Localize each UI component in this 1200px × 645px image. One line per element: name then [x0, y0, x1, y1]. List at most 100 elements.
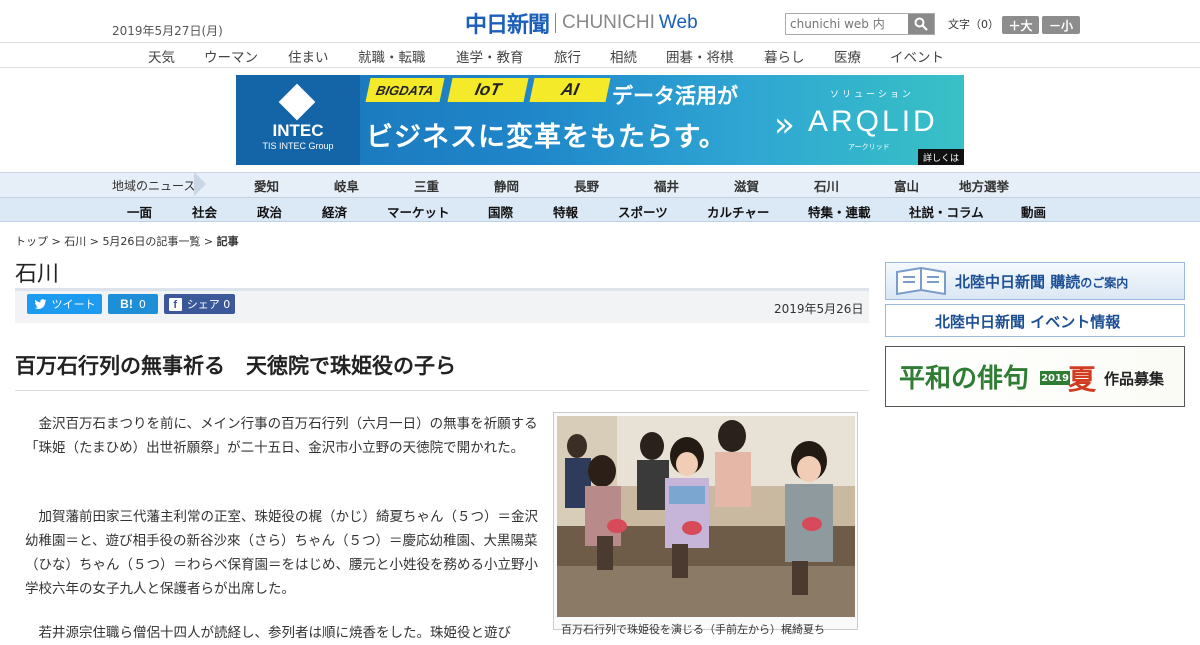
hatena-count: 0: [138, 297, 146, 311]
banner-solution: ソリューション: [830, 90, 914, 100]
article-paragraph-2: 加賀藩前田家三代藩主利常の正室、珠姫役の梶（かじ）綺夏ちゃん（５つ）＝金沢幼稚園…: [25, 509, 538, 597]
article-date: 2019年5月26日: [774, 302, 864, 316]
subscribe-ad-sub: のご案内: [1080, 276, 1129, 290]
breadcrumb: トップ > 石川 > 5月26日の記事一覧 > 記事: [15, 233, 239, 249]
region-mie[interactable]: 三重: [414, 176, 439, 195]
search-box: [785, 13, 935, 35]
banner-line2: ビジネスに変革をもたらす。: [366, 122, 727, 153]
font-size-label: 文字（0）: [948, 18, 999, 31]
cat-sports[interactable]: スポーツ: [618, 202, 668, 221]
topnav-travel[interactable]: 旅行: [554, 46, 581, 66]
font-smaller-button[interactable]: －小: [1042, 16, 1080, 34]
banner-line1: データ活用が: [612, 84, 738, 108]
topnav-inheritance[interactable]: 相続: [610, 46, 637, 66]
cat-society[interactable]: 社会: [192, 202, 217, 221]
cat-economy[interactable]: 経済: [322, 202, 347, 221]
banner-tag-ai: AI: [529, 78, 611, 102]
topnav-medical[interactable]: 医療: [834, 46, 861, 66]
breadcrumb-top[interactable]: トップ: [15, 235, 48, 248]
topnav-go-shogi[interactable]: 囲碁・将棋: [666, 46, 734, 66]
haiku-ad-year: 2019: [1040, 371, 1070, 385]
site-logo[interactable]: 中日新聞 CHUNICHI Web: [465, 10, 698, 38]
facebook-share-button[interactable]: f シェア 0: [164, 294, 235, 314]
logo-web: Web: [658, 12, 698, 33]
region-shizuoka[interactable]: 静岡: [494, 176, 519, 195]
region-ishikawa[interactable]: 石川: [814, 176, 839, 195]
subscribe-ad-main: 北陸中日新聞 購読: [955, 273, 1081, 291]
breadcrumb-current: 記事: [216, 235, 239, 248]
region-toyama[interactable]: 富山: [894, 176, 919, 195]
region-nav-arrow: [194, 172, 206, 196]
facebook-share-label: シェア: [186, 298, 220, 311]
article-headline: 百万石行列の無事祈る 天徳院で珠姫役の子ら: [15, 354, 456, 378]
region-gifu[interactable]: 岐阜: [334, 176, 359, 195]
topnav-housing[interactable]: 住まい: [288, 46, 329, 66]
region-nav-label: 地域のニュース: [112, 179, 196, 193]
photo-caption: 百万石行列で珠姫役を演じる（手前左から）梶綺夏ち: [561, 623, 825, 636]
cat-front[interactable]: 一面: [127, 202, 152, 221]
tweet-button[interactable]: ツイート: [27, 294, 102, 314]
facebook-f-icon: f: [168, 297, 182, 311]
cat-editorials[interactable]: 社説・コラム: [909, 202, 984, 221]
book-icon: [896, 266, 946, 296]
topnav-living[interactable]: 暮らし: [764, 46, 805, 66]
tweet-label: ツイート: [51, 298, 96, 311]
article-photo[interactable]: [557, 416, 855, 617]
search-button[interactable]: [908, 14, 934, 34]
breadcrumb-section[interactable]: 石川: [64, 235, 86, 248]
subscribe-ad-text: 北陸中日新聞 購読のご案内: [955, 271, 1128, 292]
banner-product-kana: アークリッド: [848, 143, 890, 151]
double-chevron-icon: »: [774, 105, 795, 145]
search-icon: [914, 17, 928, 31]
topnav-weather[interactable]: 天気: [148, 46, 175, 66]
article-paragraph-3: 若井源宗住職ら僧侶十四人が読経し、参列者は順に焼香をした。珠姫役と遊び: [25, 625, 511, 641]
cat-world[interactable]: 国際: [488, 202, 513, 221]
haiku-ad-title: 平和の俳句: [899, 364, 1030, 394]
region-nagano[interactable]: 長野: [574, 176, 599, 195]
twitter-bird-icon: [34, 298, 46, 309]
cat-market[interactable]: マーケット: [387, 202, 450, 221]
haiku-ad-season: 夏: [1068, 363, 1097, 396]
article-paragraph-1: 金沢百万石まつりを前に、メイン行事の百万石行列（六月一日）の無事を祈願する「珠姫…: [25, 416, 538, 456]
breadcrumb-list[interactable]: 5月26日の記事一覧: [102, 235, 200, 248]
section-title: 石川: [15, 262, 60, 287]
banner-brand-sub: TIS INTEC Group: [262, 141, 334, 151]
banner-detail-button[interactable]: 詳しくは: [918, 149, 964, 165]
region-elections[interactable]: 地方選挙: [959, 176, 1009, 195]
top-nav: 天気 ウーマン 住まい 就職・転職 進学・教育 旅行 相続 囲碁・将棋 暮らし …: [0, 42, 1200, 68]
logo-jp: 中日新聞: [465, 12, 550, 38]
topnav-events[interactable]: イベント: [890, 46, 944, 66]
logo-divider: [555, 13, 557, 33]
haiku-ad-call: 作品募集: [1104, 370, 1165, 388]
cat-culture[interactable]: カルチャー: [707, 202, 769, 221]
banner-brand: INTEC: [272, 121, 324, 140]
region-fukui[interactable]: 福井: [654, 176, 679, 195]
cat-features[interactable]: 特集・連載: [808, 202, 871, 221]
cat-politics[interactable]: 政治: [257, 202, 282, 221]
breadcrumb-sep: >: [86, 235, 103, 248]
region-shiga[interactable]: 滋賀: [734, 176, 759, 195]
topnav-education[interactable]: 進学・教育: [456, 46, 524, 66]
region-aichi[interactable]: 愛知: [254, 176, 279, 195]
font-bigger-button[interactable]: ＋大: [1002, 16, 1039, 34]
header-date: 2019年5月27日(月): [112, 24, 223, 38]
ad-banner[interactable]: INTEC TIS INTEC Group BIGDATA IoT AI データ…: [236, 75, 964, 165]
banner-product: ARQLID: [808, 105, 938, 138]
cat-special-report[interactable]: 特報: [553, 202, 578, 221]
topnav-jobs[interactable]: 就職・転職: [358, 46, 426, 66]
search-input[interactable]: [786, 14, 908, 34]
banner-tag-bigdata: BIGDATA: [365, 78, 445, 102]
headline-divider: [15, 390, 869, 391]
breadcrumb-sep: >: [200, 235, 217, 248]
breadcrumb-sep: >: [48, 235, 65, 248]
event-info-text: 北陸中日新聞 イベント情報: [935, 313, 1121, 331]
hatena-bookmark-button[interactable]: B! 0: [108, 294, 158, 314]
logo-en: CHUNICHI: [562, 12, 655, 33]
hatena-b-icon: B!: [120, 297, 133, 311]
topnav-woman[interactable]: ウーマン: [204, 46, 258, 66]
banner-tag-iot: IoT: [447, 78, 529, 102]
category-nav: [0, 197, 1200, 222]
facebook-count: 0: [223, 297, 231, 311]
cat-video[interactable]: 動画: [1021, 202, 1046, 221]
photo-illustration: [557, 416, 855, 617]
